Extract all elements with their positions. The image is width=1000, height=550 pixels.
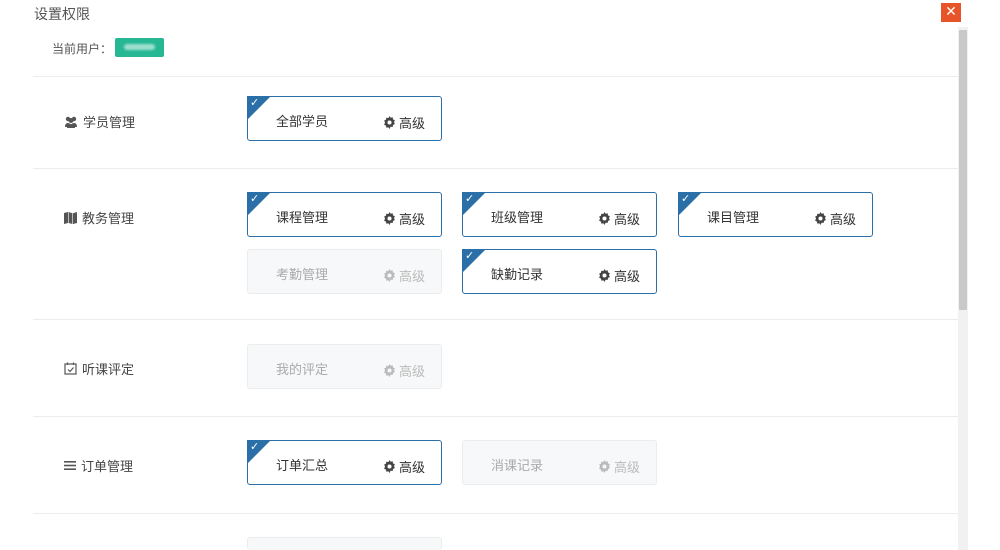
- advanced-label: 高级: [399, 270, 426, 285]
- advanced-button[interactable]: 高级: [383, 266, 425, 285]
- perm-card-consumption-record[interactable]: 消课记录 高级: [462, 440, 657, 485]
- section-evaluation: 听课评定: [64, 359, 134, 378]
- section-academic: 教务管理: [64, 208, 134, 227]
- advanced-label: 高级: [399, 117, 426, 132]
- close-button[interactable]: ✕: [941, 3, 961, 22]
- perm-card-partial[interactable]: [247, 537, 442, 550]
- perm-name: 班级管理: [491, 211, 544, 226]
- advanced-button[interactable]: 高级: [383, 457, 425, 476]
- advanced-label: 高级: [830, 213, 857, 228]
- section-orders: 订单管理: [64, 456, 133, 475]
- check-icon: ✓: [465, 249, 475, 262]
- divider: [33, 319, 960, 320]
- perm-card-my-evaluation[interactable]: 我的评定 高级: [247, 344, 442, 389]
- perm-card-course[interactable]: ✓ 课程管理 高级: [247, 192, 442, 237]
- perm-card-attendance[interactable]: 考勤管理 高级: [247, 249, 442, 294]
- advanced-label: 高级: [399, 213, 426, 228]
- perm-card-class[interactable]: ✓ 班级管理 高级: [462, 192, 657, 237]
- advanced-label: 高级: [614, 461, 641, 476]
- gear-icon: [815, 212, 826, 225]
- advanced-label: 高级: [614, 213, 641, 228]
- perm-name: 我的评定: [276, 363, 329, 378]
- section-students-label: 学员管理: [83, 116, 136, 131]
- section-evaluation-label: 听课评定: [82, 363, 135, 378]
- advanced-button[interactable]: 高级: [598, 457, 640, 476]
- perm-name: 消课记录: [491, 459, 544, 474]
- dialog-title-bar: 设置权限: [0, 0, 970, 27]
- scrollbar-thumb[interactable]: [959, 30, 967, 310]
- gear-icon: [384, 269, 395, 282]
- dialog-title: 设置权限: [34, 7, 90, 23]
- list-icon: [64, 461, 76, 470]
- advanced-button[interactable]: 高级: [598, 209, 640, 228]
- divider: [33, 168, 960, 169]
- perm-card-order-summary[interactable]: ✓ 订单汇总 高级: [247, 440, 442, 485]
- calendar-check-icon: [64, 362, 77, 375]
- current-user-badge: [115, 38, 164, 57]
- map-icon: [64, 211, 77, 224]
- check-icon: ✓: [250, 440, 260, 453]
- perm-card-all-students[interactable]: ✓ 全部学员 高级: [247, 96, 442, 141]
- gear-icon: [384, 460, 395, 473]
- check-icon: ✓: [250, 192, 260, 205]
- section-academic-label: 教务管理: [82, 212, 135, 227]
- advanced-button[interactable]: 高级: [383, 209, 425, 228]
- advanced-label: 高级: [399, 365, 426, 380]
- users-icon: [65, 116, 77, 128]
- gear-icon: [384, 116, 395, 129]
- perm-name: 课程管理: [276, 211, 329, 226]
- section-orders-label: 订单管理: [81, 460, 134, 475]
- perm-name: 缺勤记录: [491, 268, 544, 283]
- check-icon: ✓: [250, 96, 260, 109]
- section-students: 学员管理: [64, 112, 135, 131]
- divider: [33, 513, 960, 514]
- gear-icon: [384, 212, 395, 225]
- perm-card-absence[interactable]: ✓ 缺勤记录 高级: [462, 249, 657, 294]
- advanced-button[interactable]: 高级: [598, 266, 640, 285]
- perm-name: 课目管理: [707, 211, 760, 226]
- perm-name: 全部学员: [276, 115, 329, 130]
- current-user-label: 当前用户：: [52, 42, 113, 56]
- divider: [33, 416, 960, 417]
- gear-icon: [599, 269, 610, 282]
- advanced-button[interactable]: 高级: [814, 209, 856, 228]
- advanced-label: 高级: [614, 270, 641, 285]
- check-icon: ✓: [681, 192, 691, 205]
- gear-icon: [599, 460, 610, 473]
- blurred-username: [124, 44, 155, 50]
- gear-icon: [384, 364, 395, 377]
- gear-icon: [599, 212, 610, 225]
- advanced-button[interactable]: 高级: [383, 113, 425, 132]
- advanced-button[interactable]: 高级: [383, 361, 425, 380]
- divider: [33, 76, 960, 77]
- advanced-label: 高级: [399, 461, 426, 476]
- check-icon: ✓: [465, 192, 475, 205]
- perm-name: 考勤管理: [276, 268, 329, 283]
- perm-card-subject[interactable]: ✓ 课目管理 高级: [678, 192, 873, 237]
- perm-name: 订单汇总: [276, 459, 329, 474]
- close-icon: ✕: [945, 4, 957, 20]
